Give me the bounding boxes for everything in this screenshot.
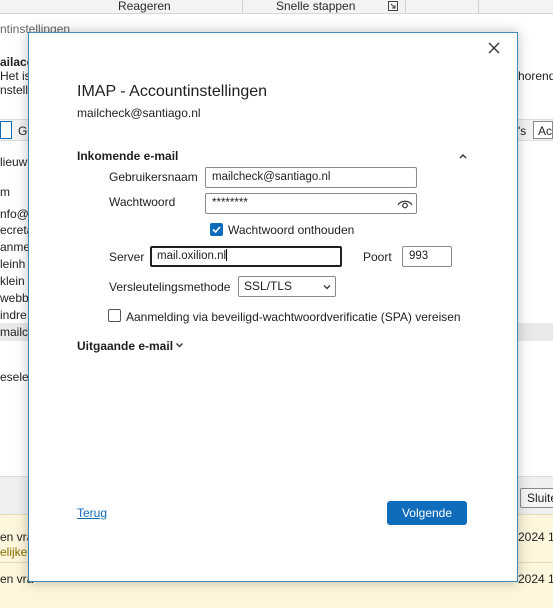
port-value: 993 (409, 250, 429, 262)
bg-fragment: anme (0, 240, 31, 254)
chevron-down-icon (323, 285, 331, 290)
bg-fragment: m (0, 185, 10, 199)
bg-footer-strip (0, 476, 28, 514)
chevron-up-icon[interactable] (458, 152, 468, 160)
account-email: mailcheck@santiago.nl (77, 106, 201, 120)
remember-password-checkbox[interactable] (210, 223, 223, 236)
bg-close-button[interactable]: Sluite (520, 488, 553, 508)
ribbon-group-reageren: Reageren (118, 0, 171, 13)
bg-fragment: 2024 12 (518, 530, 553, 544)
bg-fragment: klein (0, 274, 25, 288)
next-button[interactable]: Volgende (387, 501, 467, 525)
server-value: mail.oxilion.nl (157, 250, 227, 262)
close-icon[interactable] (487, 41, 501, 55)
username-field[interactable]: mailcheck@santiago.nl (205, 167, 417, 188)
bg-fragment: lieuw (0, 155, 28, 169)
back-link[interactable]: Terug (77, 506, 107, 520)
chevron-down-icon (176, 343, 184, 348)
bg-fragment: 2024 19 (518, 572, 553, 586)
ribbon-separator (242, 0, 243, 14)
username-label: Gebruikersnaam (109, 170, 198, 184)
dialog-title: IMAP - Accountinstellingen (77, 83, 268, 100)
password-field[interactable]: ******** (205, 193, 417, 214)
outgoing-mail-heading[interactable]: Uitgaande e-mail (77, 339, 184, 353)
dialog-launcher-icon[interactable] (388, 1, 398, 11)
server-label: Server (109, 250, 145, 264)
server-field[interactable]: mail.oxilion.nl (150, 246, 342, 267)
ribbon-group-snelle-stappen: Snelle stappen (276, 0, 356, 13)
encryption-select[interactable]: SSL/TLS (238, 276, 336, 297)
port-label: Poort (363, 250, 392, 264)
bg-fragment: indre (0, 308, 27, 322)
bg-tab (0, 121, 12, 139)
encryption-label: Versleutelingsmethode (109, 280, 231, 294)
password-value: ******** (212, 197, 248, 209)
bg-fragment: elijke (0, 545, 28, 559)
imap-account-settings-dialog: IMAP - Accountinstellingen mailcheck@san… (28, 32, 518, 582)
spa-checkbox[interactable] (108, 309, 121, 322)
text-caret (226, 249, 228, 261)
bg-fragment: nfo@ (0, 207, 29, 221)
ribbon-separator (405, 0, 406, 14)
bg-fragment: leinh (0, 257, 26, 271)
bg-fragment: Het is (0, 69, 31, 83)
password-label: Wachtwoord (109, 195, 176, 209)
eye-icon[interactable] (397, 198, 413, 210)
bg-fragment: 's (518, 124, 527, 138)
ribbon-separator (478, 0, 479, 14)
spa-label[interactable]: Aanmelding via beveiligd-wachtwoordverif… (126, 310, 461, 324)
username-value: mailcheck@santiago.nl (212, 171, 331, 183)
port-field[interactable]: 993 (402, 246, 452, 267)
bg-selected-row (518, 323, 553, 341)
bg-fragment: G (18, 124, 28, 138)
remember-password-label[interactable]: Wachtwoord onthouden (228, 223, 354, 237)
outgoing-mail-heading-label: Uitgaande e-mail (77, 339, 174, 353)
bg-fragment: horend (518, 69, 553, 83)
bg-fragment: nstell (0, 83, 29, 97)
bg-fragment: Ac (538, 124, 553, 138)
encryption-value: SSL/TLS (244, 279, 293, 293)
checkmark-icon (212, 226, 221, 234)
ribbon-group-labels: Reageren Snelle stappen (0, 0, 553, 14)
incoming-mail-heading[interactable]: Inkomende e-mail (77, 149, 178, 163)
